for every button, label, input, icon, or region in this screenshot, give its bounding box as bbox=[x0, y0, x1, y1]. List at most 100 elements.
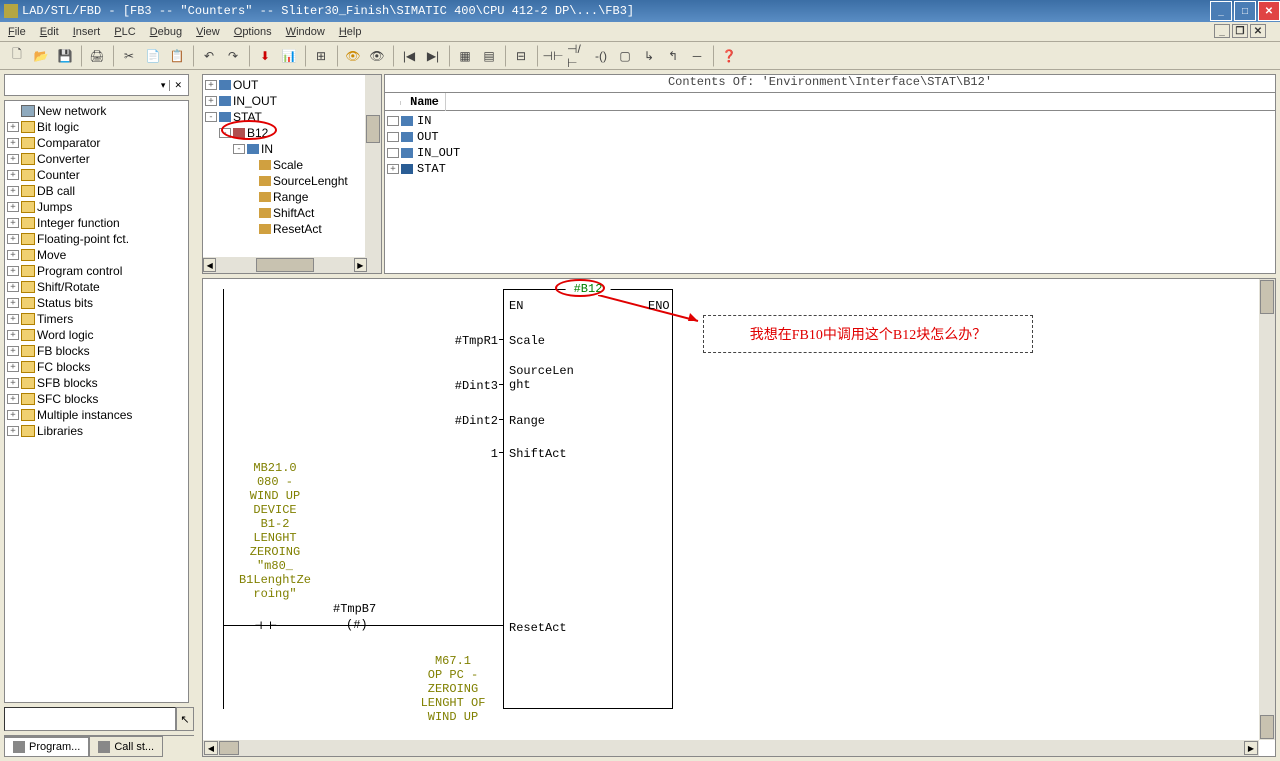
print-icon[interactable]: 🖨 bbox=[86, 45, 108, 67]
expand-icon[interactable]: + bbox=[7, 154, 19, 164]
menu-window[interactable]: Window bbox=[286, 26, 325, 38]
paste-icon[interactable]: 📋 bbox=[166, 45, 188, 67]
expand-icon[interactable] bbox=[387, 132, 399, 142]
expand-icon[interactable]: + bbox=[205, 96, 217, 106]
mdi-minimize-button[interactable]: _ bbox=[1214, 24, 1230, 38]
expand-icon[interactable]: + bbox=[7, 394, 19, 404]
branch-open-icon[interactable]: ↳ bbox=[638, 45, 660, 67]
save-icon[interactable]: 💾 bbox=[54, 45, 76, 67]
palette-item[interactable]: +FC blocks bbox=[7, 359, 186, 375]
tab-callstructure[interactable]: Call st... bbox=[89, 736, 163, 757]
mdi-restore-button[interactable]: ❐ bbox=[1232, 24, 1248, 38]
input-tmpr1[interactable]: #TmpR1 bbox=[443, 334, 498, 348]
expand-icon[interactable] bbox=[387, 148, 399, 158]
collapse-icon[interactable]: - bbox=[219, 128, 231, 138]
monitor-on-icon[interactable]: 👁 bbox=[342, 45, 364, 67]
symbol-icon[interactable]: ⊞ bbox=[310, 45, 332, 67]
goto-start-icon[interactable]: |◀ bbox=[398, 45, 420, 67]
menu-edit[interactable]: Edit bbox=[40, 26, 59, 38]
expand-icon[interactable]: + bbox=[7, 282, 19, 292]
scroll-left-icon[interactable]: ◀ bbox=[204, 741, 218, 755]
redo-icon[interactable]: ↷ bbox=[222, 45, 244, 67]
expand-icon[interactable]: + bbox=[7, 122, 19, 132]
new-icon[interactable]: 🗋 bbox=[6, 45, 28, 67]
monitor-off-icon[interactable]: 👁 bbox=[366, 45, 388, 67]
tree-leaf[interactable]: Range bbox=[205, 189, 379, 205]
close-button[interactable]: ✕ bbox=[1258, 1, 1280, 21]
undo-icon[interactable]: ↶ bbox=[198, 45, 220, 67]
expand-icon[interactable]: + bbox=[7, 234, 19, 244]
expand-icon[interactable]: + bbox=[7, 250, 19, 260]
expand-icon[interactable]: + bbox=[7, 346, 19, 356]
palette-item[interactable]: +Word logic bbox=[7, 327, 186, 343]
iface-row[interactable]: IN_OUT bbox=[387, 145, 1273, 161]
palette-item[interactable]: +Integer function bbox=[7, 215, 186, 231]
palette-item[interactable]: +DB call bbox=[7, 183, 186, 199]
maximize-button[interactable]: □ bbox=[1234, 1, 1256, 21]
input-const1[interactable]: 1 bbox=[483, 447, 498, 461]
scroll-right-icon[interactable]: ▶ bbox=[1244, 741, 1258, 755]
fb-block-b12[interactable]: #B12 bbox=[503, 289, 673, 709]
iface-row[interactable]: OUT bbox=[387, 129, 1273, 145]
connection-icon[interactable]: ─ bbox=[686, 45, 708, 67]
iface-row[interactable]: IN bbox=[387, 113, 1273, 129]
menu-help[interactable]: Help bbox=[339, 26, 362, 38]
expand-icon[interactable]: + bbox=[7, 266, 19, 276]
editor-vscroll[interactable] bbox=[1259, 279, 1275, 740]
palette-new-network[interactable]: New network bbox=[7, 103, 186, 119]
detail-icon[interactable]: ▤ bbox=[478, 45, 500, 67]
coil-icon[interactable]: -() bbox=[590, 45, 612, 67]
menu-insert[interactable]: Insert bbox=[73, 26, 101, 38]
expand-icon[interactable] bbox=[387, 116, 399, 126]
palette-item[interactable]: +Libraries bbox=[7, 423, 186, 439]
palette-item[interactable]: +Comparator bbox=[7, 135, 186, 151]
scrollbar-horizontal[interactable]: ◀ ▶ bbox=[203, 257, 367, 273]
editor-hscroll[interactable]: ◀ ▶ bbox=[203, 740, 1259, 756]
palette-close-icon[interactable]: ✕ bbox=[170, 80, 186, 91]
palette-item[interactable]: +SFB blocks bbox=[7, 375, 186, 391]
palette-item[interactable]: +Jumps bbox=[7, 199, 186, 215]
input-dint2[interactable]: #Dint2 bbox=[443, 414, 498, 428]
tree-leaf[interactable]: SourceLenght bbox=[205, 173, 379, 189]
palette-item[interactable]: +Program control bbox=[7, 263, 186, 279]
quick-input[interactable] bbox=[4, 707, 176, 731]
collapse-icon[interactable]: - bbox=[233, 144, 245, 154]
minimize-button[interactable]: _ bbox=[1210, 1, 1232, 21]
branch-close-icon[interactable]: ↰ bbox=[662, 45, 684, 67]
palette-item[interactable]: +Timers bbox=[7, 311, 186, 327]
palette-item[interactable]: +Converter bbox=[7, 151, 186, 167]
palette-item[interactable]: +Status bits bbox=[7, 295, 186, 311]
expand-icon[interactable]: + bbox=[7, 426, 19, 436]
menu-debug[interactable]: Debug bbox=[150, 26, 182, 38]
tab-program[interactable]: Program... bbox=[4, 736, 89, 757]
menu-options[interactable]: Options bbox=[234, 26, 272, 38]
scroll-left-icon[interactable]: ◀ bbox=[203, 258, 216, 272]
expand-icon[interactable]: + bbox=[7, 362, 19, 372]
tree-leaf[interactable]: ShiftAct bbox=[205, 205, 379, 221]
menu-plc[interactable]: PLC bbox=[114, 26, 135, 38]
network-canvas[interactable]: #B12 我想在FB10中调用这个B12块怎么办？ EN ENO Scale S… bbox=[203, 279, 1259, 740]
palette-item[interactable]: +Counter bbox=[7, 167, 186, 183]
contact-nc-icon[interactable]: ⊣/⊢ bbox=[566, 45, 588, 67]
box-icon[interactable]: ▢ bbox=[614, 45, 636, 67]
expand-icon[interactable]: + bbox=[7, 138, 19, 148]
expand-icon[interactable]: + bbox=[7, 314, 19, 324]
expand-icon[interactable]: + bbox=[7, 202, 19, 212]
palette-item[interactable]: +Move bbox=[7, 247, 186, 263]
scrollbar-vertical[interactable] bbox=[365, 75, 381, 273]
code-editor[interactable]: ◀ ▶ #B12 我想在FB10中调用这个B12块怎么办？ EN ENO bbox=[202, 278, 1276, 757]
menu-file[interactable]: FFileile bbox=[8, 26, 26, 38]
mdi-close-button[interactable]: ✕ bbox=[1250, 24, 1266, 38]
input-tmpb7[interactable]: #TmpB7 bbox=[333, 602, 376, 616]
contact-no-icon[interactable]: ⊣⊢ bbox=[542, 45, 564, 67]
collapse-icon[interactable]: - bbox=[205, 112, 217, 122]
expand-icon[interactable]: + bbox=[7, 410, 19, 420]
expand-icon[interactable]: + bbox=[387, 164, 399, 174]
expand-icon[interactable]: + bbox=[7, 218, 19, 228]
expand-icon[interactable]: + bbox=[7, 330, 19, 340]
iface-row[interactable]: +STAT bbox=[387, 161, 1273, 177]
cut-icon[interactable]: ✂ bbox=[118, 45, 140, 67]
palette-item[interactable]: +Bit logic bbox=[7, 119, 186, 135]
tree-leaf[interactable]: ResetAct bbox=[205, 221, 379, 237]
variable-tree[interactable]: +OUT +IN_OUT -STAT -B12 -IN ScaleSourceL… bbox=[202, 74, 382, 274]
